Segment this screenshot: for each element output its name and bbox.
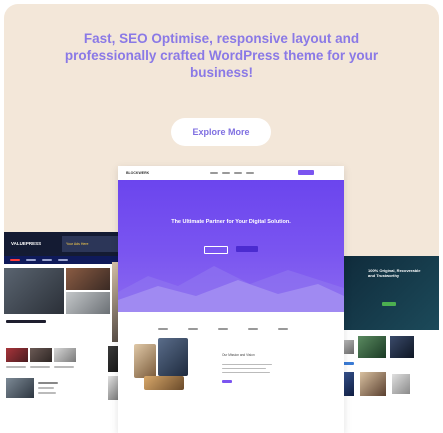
news-logo: VALUEPRESS (11, 241, 42, 246)
main-theme-hero: The Ultimate Partner for Your Digital So… (118, 180, 344, 312)
main-theme-nav: BLOCKWERK (118, 166, 344, 180)
main-theme-nav-button[interactable] (298, 170, 314, 175)
business-image[interactable] (392, 374, 410, 394)
news-ad-text: Your Ads Here (66, 242, 89, 246)
news-ad-banner: Your Ads Here (62, 236, 120, 252)
theme-preview-business[interactable]: 100% Original, Recoverable and Trustwort… (336, 256, 439, 433)
business-hero-text: 100% Original, Recoverable and Trustwort… (368, 268, 421, 278)
news-feature-image[interactable] (4, 268, 64, 314)
main-theme-logo: BLOCKWERK (126, 171, 150, 175)
main-theme-about-button[interactable] (222, 380, 232, 383)
business-image[interactable] (360, 372, 386, 396)
main-theme-hero-button-primary[interactable] (236, 246, 258, 252)
promo-card: Fast, SEO Optimise, responsive layout an… (4, 4, 439, 433)
main-theme-hero-button-secondary[interactable] (204, 246, 228, 254)
main-theme-about-image[interactable] (124, 336, 212, 396)
news-header: VALUEPRESS Your Ads Here (4, 232, 128, 256)
news-thumb-image[interactable] (66, 268, 110, 290)
main-theme-hero-title: The Ultimate Partner for Your Digital So… (171, 219, 291, 225)
promo-headline: Fast, SEO Optimise, responsive layout an… (64, 31, 379, 80)
business-image[interactable] (358, 336, 386, 358)
main-theme-about-heading: Our Mission and Vision (222, 353, 255, 357)
theme-preview-news[interactable]: VALUEPRESS Your Ads Here (4, 232, 128, 433)
news-card-image[interactable] (54, 348, 76, 362)
explore-more-button[interactable]: Explore More (171, 118, 271, 146)
business-image[interactable] (390, 336, 414, 358)
theme-preview-main[interactable]: BLOCKWERK The Ultimate Partner for Your … (118, 166, 344, 433)
news-card-image[interactable] (6, 348, 28, 362)
news-card-image[interactable] (30, 348, 52, 362)
business-hero: 100% Original, Recoverable and Trustwort… (336, 256, 439, 330)
news-thumb-image[interactable] (66, 292, 110, 314)
news-card-image[interactable] (6, 378, 34, 398)
mountain-illustration (118, 266, 344, 312)
news-menu-bar (4, 256, 128, 264)
